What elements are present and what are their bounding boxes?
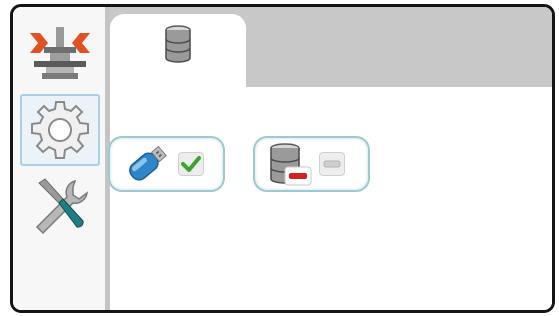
database-remove-tile[interactable] [253, 136, 370, 192]
usb-drive-tile[interactable] [108, 136, 225, 192]
sidebar-item-tools[interactable] [20, 170, 100, 242]
minus-icon [323, 160, 341, 168]
status-box-connected [178, 152, 204, 176]
database-icon [165, 25, 191, 63]
tools-icon [35, 178, 89, 235]
content-area [110, 87, 552, 310]
sidebar-item-compression[interactable] [20, 19, 100, 91]
gear-icon [31, 101, 89, 159]
sidebar-item-settings[interactable] [20, 94, 100, 166]
usb-drive-icon [129, 145, 167, 181]
status-box-disabled [319, 152, 345, 176]
database-remove-icon [270, 143, 312, 186]
compress-tool-icon [30, 27, 90, 79]
sidebar [13, 7, 105, 310]
checkmark-icon [181, 156, 201, 172]
